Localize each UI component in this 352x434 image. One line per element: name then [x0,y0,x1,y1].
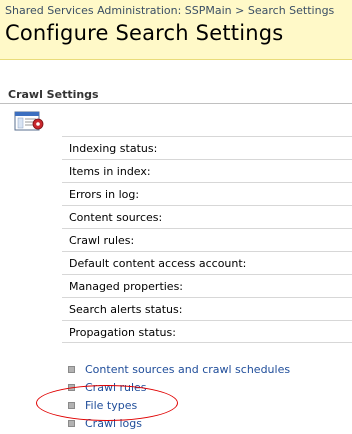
status-row-search-alerts: Search alerts status: [62,297,352,320]
square-bullet-icon [68,402,75,409]
status-label: Content sources: [69,211,163,224]
link-file-types[interactable]: File types [85,399,137,412]
breadcrumb-separator: > [235,4,245,17]
crawl-links-list: Content sources and crawl schedules Craw… [68,362,348,434]
status-row-content-sources: Content sources: [62,205,352,228]
status-label: Search alerts status: [69,303,183,316]
status-label: Managed properties: [69,280,184,293]
status-row-indexing: Indexing status: [62,136,352,159]
status-label: Items in index: [69,165,151,178]
breadcrumb: Shared Services Administration: SSPMain … [5,4,334,17]
square-bullet-icon [68,366,75,373]
link-crawl-logs[interactable]: Crawl logs [85,417,142,430]
page-header: Shared Services Administration: SSPMain … [0,0,352,60]
crawl-status-table: Indexing status: Items in index: Errors … [62,136,352,343]
list-item: Crawl logs [68,416,348,434]
settings-window-icon [14,111,44,131]
status-label: Errors in log: [69,188,140,201]
square-bullet-icon [68,384,75,391]
list-item: Content sources and crawl schedules [68,362,348,380]
list-item: File types [68,398,348,416]
square-bullet-icon [68,420,75,427]
status-row-errors-in-log: Errors in log: [62,182,352,205]
status-label: Default content access account: [69,257,247,270]
status-row-items-in-index: Items in index: [62,159,352,182]
status-label: Propagation status: [69,326,176,339]
status-label: Indexing status: [69,142,158,155]
status-label: Crawl rules: [69,234,135,247]
page-title: Configure Search Settings [5,21,284,45]
section-divider [0,103,352,104]
list-item: Crawl rules [68,380,348,398]
link-crawl-rules[interactable]: Crawl rules [85,381,147,394]
breadcrumb-current: Search Settings [247,4,335,17]
section-title-crawl-settings: Crawl Settings [8,88,99,101]
status-row-propagation: Propagation status: [62,320,352,343]
status-row-default-access-account: Default content access account: [62,251,352,274]
status-row-managed-properties: Managed properties: [62,274,352,297]
breadcrumb-link-ssp[interactable]: Shared Services Administration: SSPMain [5,4,232,17]
status-row-crawl-rules: Crawl rules: [62,228,352,251]
link-content-sources-and-crawl-schedules[interactable]: Content sources and crawl schedules [85,363,290,376]
